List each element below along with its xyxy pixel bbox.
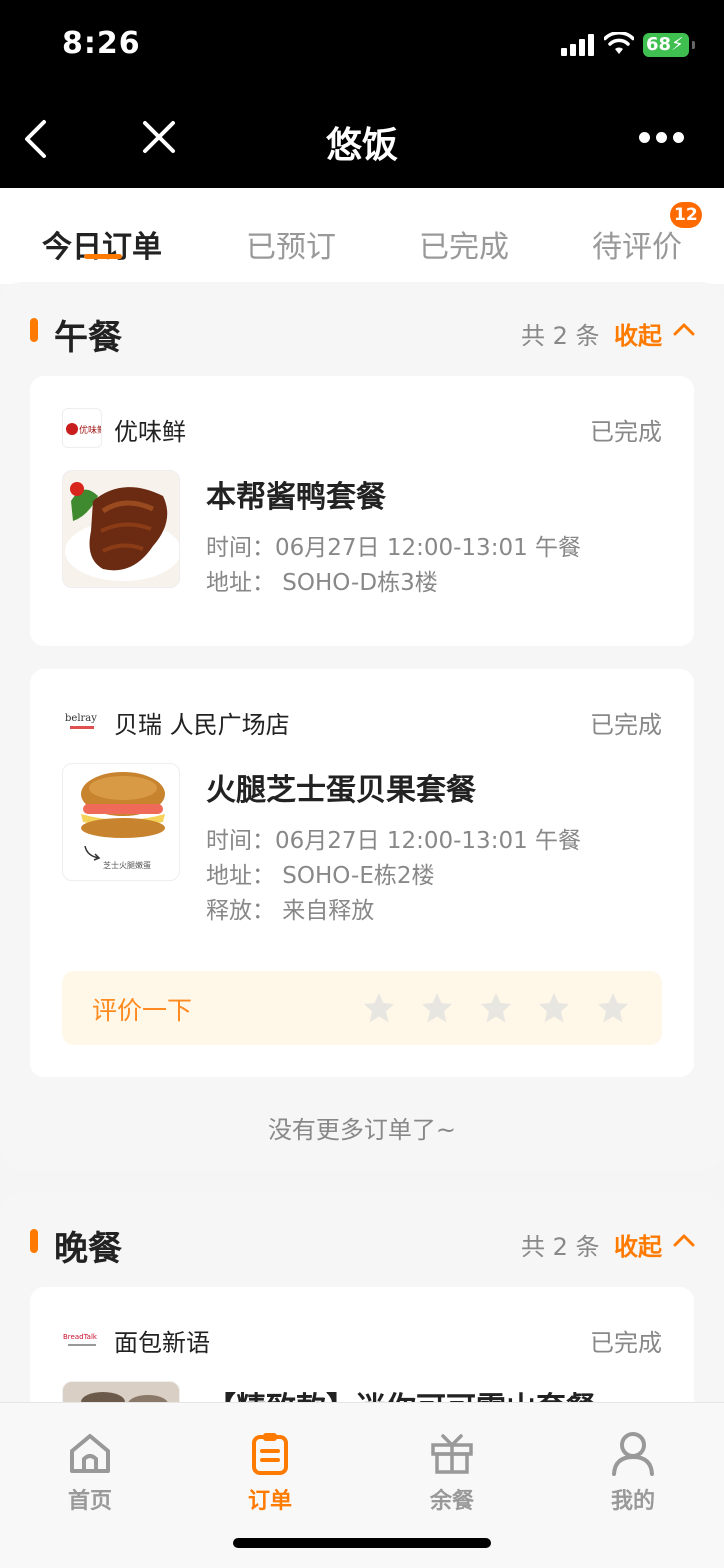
dish-thumbnail: 芝士火腿嫩蛋 — [62, 763, 180, 881]
bottom-nav-label: 我的 — [610, 1489, 655, 1514]
tab-reserved[interactable]: 已预订 — [246, 222, 336, 266]
shop-name: 面包新语 — [114, 1329, 210, 1357]
star-icon[interactable] — [362, 991, 396, 1025]
bottom-nav-profile[interactable]: 我的 — [583, 1429, 683, 1515]
lunch-order-count: 共 2 条 — [521, 322, 600, 350]
shop-logo-text: BreadTalk — [63, 1333, 98, 1341]
tab-completed[interactable]: 已完成 — [419, 222, 509, 266]
section-accent-bar — [30, 318, 38, 342]
shop-logo: BreadTalk — [62, 1319, 102, 1359]
section-title-lunch: 午餐 — [54, 318, 122, 358]
page-title: 悠饭 — [325, 125, 398, 166]
order-address: 地址： SOHO-D栋3楼 — [206, 570, 438, 596]
dinner-collapse-button[interactable]: 收起 — [614, 1227, 662, 1262]
dish-name: 本帮酱鸭套餐 — [206, 480, 386, 515]
more-icon[interactable] — [637, 132, 685, 144]
lunch-collapse-button[interactable]: 收起 — [614, 316, 662, 351]
battery-level: 68 — [646, 34, 672, 55]
profile-icon — [612, 1432, 654, 1476]
order-status: 已完成 — [590, 418, 662, 446]
bottom-nav-leftover[interactable]: 余餐 — [402, 1429, 502, 1515]
order-address: 地址： SOHO-E栋2楼 — [206, 863, 435, 889]
bottom-nav-label: 订单 — [247, 1489, 292, 1514]
shop-logo: 优味鲜 — [62, 408, 102, 448]
dinner-order-count: 共 2 条 — [521, 1233, 600, 1261]
order-status: 已完成 — [590, 711, 662, 739]
home-icon — [70, 1434, 110, 1473]
dish-thumb-caption: 芝士火腿嫩蛋 — [103, 860, 151, 870]
status-bar: 8:26 68⚡ — [0, 0, 724, 90]
battery-icon: 68⚡ — [643, 33, 695, 57]
order-time: 时间：06月27日 12:00-13:01 午餐 — [206, 535, 582, 561]
order-release: 释放： 来自释放 — [206, 898, 375, 924]
shop-logo-text: 优味鲜 — [79, 424, 102, 436]
shop-name: 贝瑞 人民广场店 — [114, 711, 290, 739]
order-icon — [252, 1433, 288, 1475]
rate-box[interactable]: 评价一下 — [62, 971, 662, 1045]
order-status: 已完成 — [590, 1329, 662, 1357]
lunch-section: 午餐 共 2 条 收起 优味鲜 优味鲜 已完成 本帮酱鸭套餐 时间： — [0, 282, 724, 1170]
star-icon[interactable] — [420, 991, 454, 1025]
shop-logo: belray — [62, 701, 102, 741]
dinner-section: 晚餐 共 2 条 收起 BreadTalk 面包新语 已完成 【精致款】迷你可可… — [0, 1193, 724, 1499]
chevron-up-icon[interactable] — [673, 322, 695, 336]
bottom-nav-orders[interactable]: 订单 — [220, 1429, 320, 1515]
section-title-dinner: 晚餐 — [54, 1229, 122, 1269]
order-card[interactable]: 优味鲜 优味鲜 已完成 本帮酱鸭套餐 时间：06月27日 12:00-13:01… — [30, 376, 694, 646]
tab-to-review[interactable]: 待评价 — [592, 222, 682, 266]
no-more-orders: 没有更多订单了~ — [267, 1116, 457, 1144]
shop-name: 优味鲜 — [114, 418, 186, 446]
order-time: 时间：06月27日 12:00-13:01 午餐 — [206, 828, 582, 854]
gift-icon — [431, 1434, 473, 1474]
star-icon[interactable] — [596, 991, 630, 1025]
dish-name: 火腿芝士蛋贝果套餐 — [206, 773, 476, 808]
chevron-up-icon[interactable] — [673, 1233, 695, 1247]
star-icon[interactable] — [479, 991, 513, 1025]
active-tab-indicator — [84, 254, 122, 259]
order-card[interactable]: belray 贝瑞 人民广场店 已完成 芝士火腿嫩蛋 火腿芝士蛋贝果套餐 时间：… — [30, 669, 694, 1077]
dish-thumbnail — [62, 470, 180, 588]
order-tabs: 今日订单 已预订 已完成 待评价 — [0, 188, 724, 284]
tab-today[interactable]: 今日订单 — [42, 222, 162, 266]
wifi-icon — [604, 32, 634, 54]
nav-bar: 悠饭 — [0, 90, 724, 188]
home-indicator — [233, 1538, 491, 1548]
section-accent-bar — [30, 1229, 38, 1253]
bottom-nav-label: 首页 — [67, 1489, 112, 1514]
bottom-nav-label: 余餐 — [429, 1489, 474, 1514]
rate-label: 评价一下 — [92, 996, 193, 1025]
review-count-badge: 12 — [670, 202, 702, 228]
signal-icon — [561, 34, 595, 56]
star-icon[interactable] — [537, 991, 571, 1025]
shop-logo-text: belray — [65, 713, 97, 724]
bottom-nav-home[interactable]: 首页 — [40, 1429, 140, 1515]
status-time: 8:26 — [62, 26, 141, 61]
